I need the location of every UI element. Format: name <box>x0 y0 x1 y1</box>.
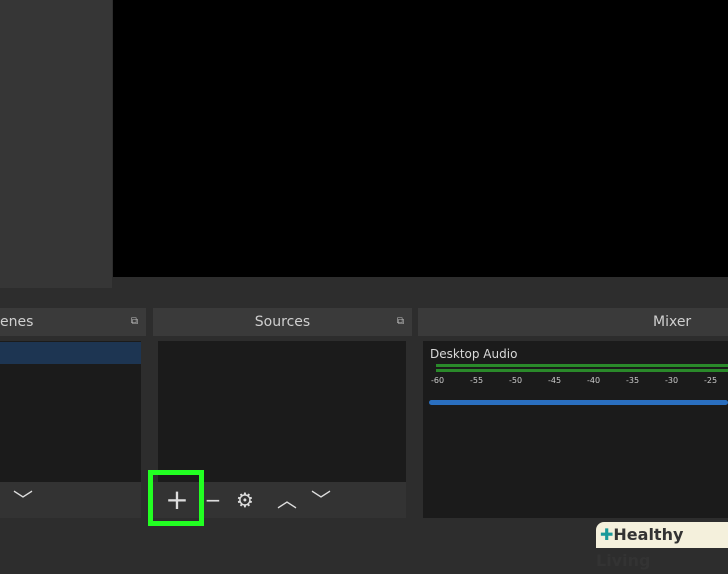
channel-name: Desktop Audio <box>430 347 518 361</box>
sources-header: Sources ⧉ <box>153 308 412 336</box>
cross-icon: ✚ <box>600 525 614 544</box>
undock-icon[interactable]: ⧉ <box>397 308 404 336</box>
meter-scale: -60 -55 -50 -45 -40 -35 -30 -25 <box>431 376 728 388</box>
scenes-header: enes ⧉ <box>0 308 146 336</box>
tick-label: -30 <box>665 376 679 385</box>
tick-label: -60 <box>431 376 445 385</box>
tick-label: -40 <box>587 376 601 385</box>
mixer-panel: Desktop Audio -60 -55 -50 -45 -40 -35 -3… <box>423 341 728 518</box>
tick-label: -50 <box>509 376 523 385</box>
sources-list[interactable] <box>158 341 406 482</box>
audio-meter <box>436 369 728 372</box>
mixer-title: Mixer <box>653 314 692 330</box>
audio-meter <box>436 364 728 367</box>
tick-label: -25 <box>704 376 718 385</box>
undock-icon[interactable]: ⧉ <box>131 308 138 336</box>
scene-move-down-button[interactable]: ﹀ <box>8 482 38 518</box>
volume-slider[interactable] <box>429 400 728 405</box>
tick-label: -55 <box>470 376 484 385</box>
move-source-up-button[interactable]: ︿ <box>272 482 302 518</box>
scenes-title: enes <box>0 314 34 330</box>
sources-title: Sources <box>254 314 311 330</box>
watermark: ✚Healthy Living <box>596 522 728 570</box>
tick-label: -35 <box>626 376 640 385</box>
mixer-header: Mixer <box>418 308 728 336</box>
preview-canvas <box>113 0 728 277</box>
source-properties-button[interactable]: ⚙ <box>230 482 260 518</box>
scene-item-selected[interactable] <box>0 342 141 364</box>
highlight-box <box>148 470 204 526</box>
move-source-down-button[interactable]: ﹀ <box>306 482 336 518</box>
scenes-list[interactable] <box>0 341 141 482</box>
tick-label: -45 <box>548 376 562 385</box>
scenes-toolbar: ﹀ <box>0 482 141 518</box>
left-pane <box>0 0 112 288</box>
